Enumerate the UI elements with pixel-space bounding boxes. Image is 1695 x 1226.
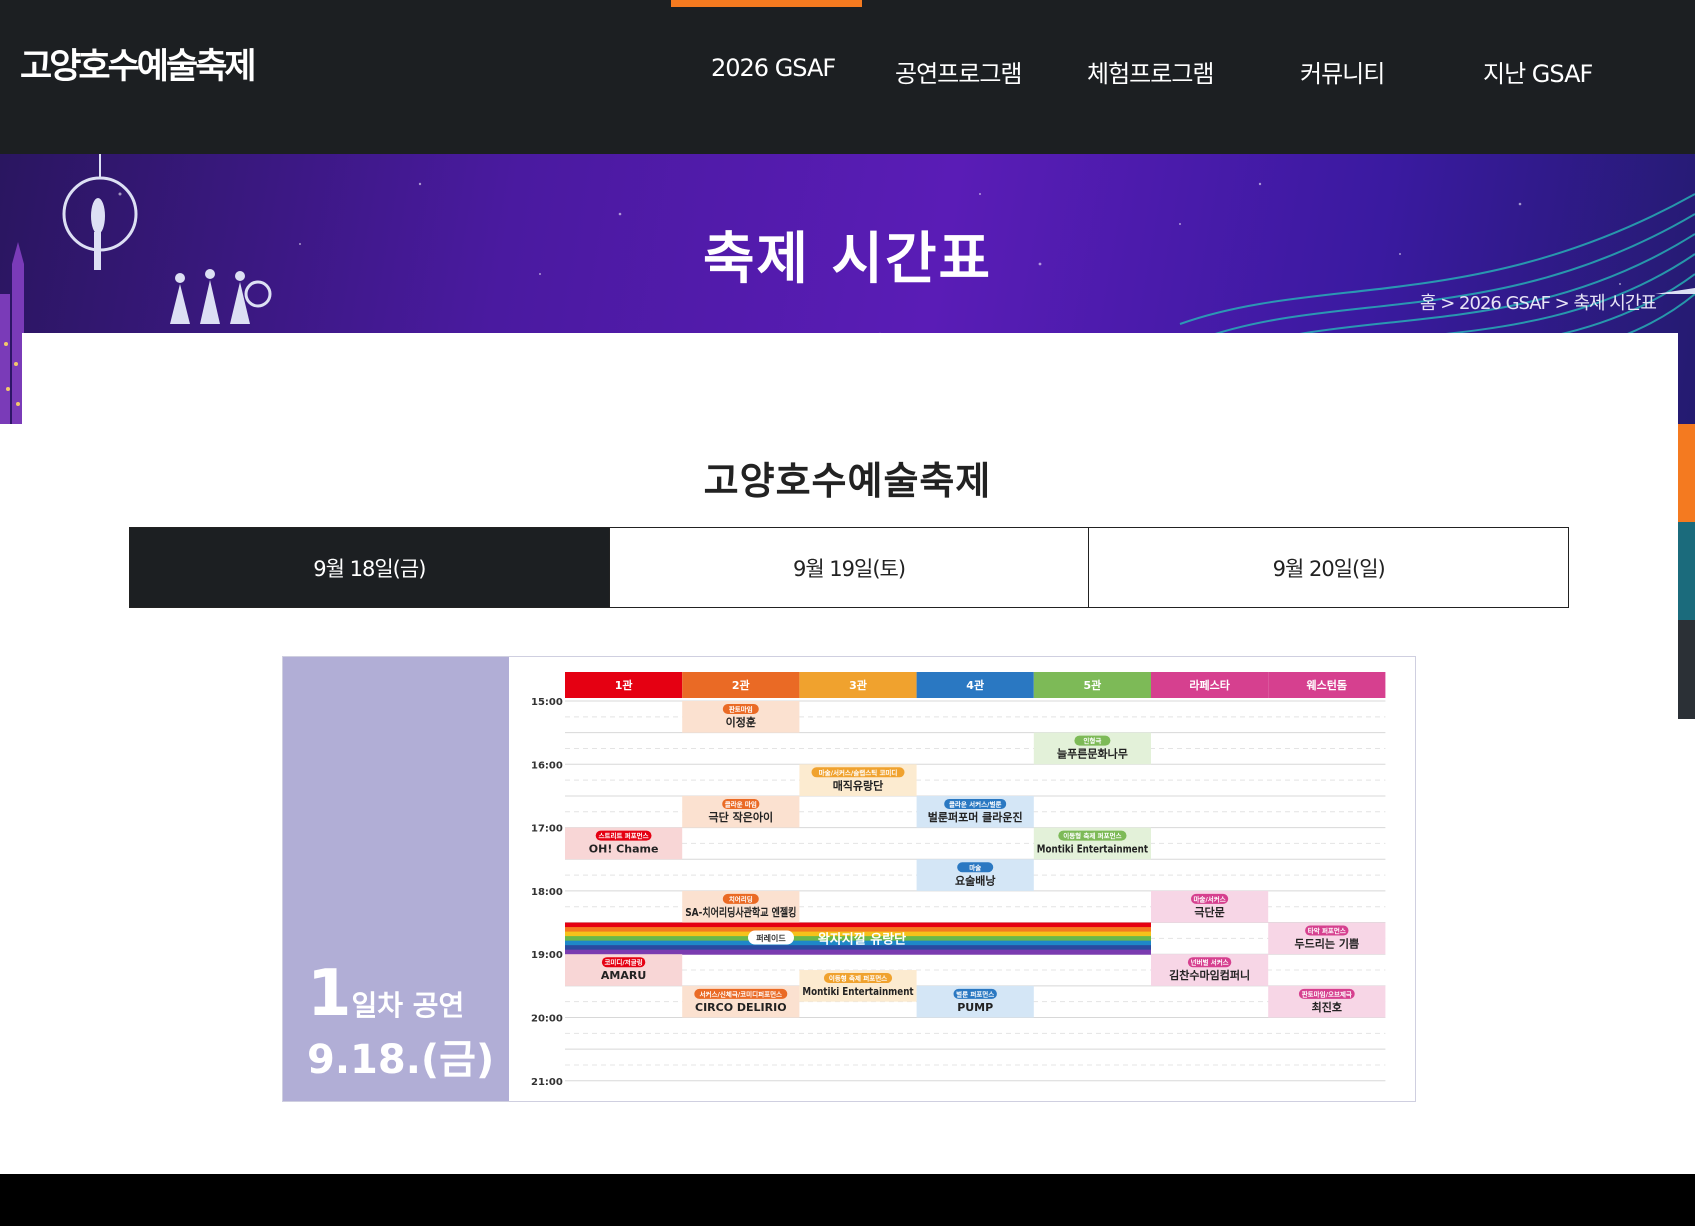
date-tabs: 9월 18일(금) 9월 19일(토) 9월 20일(일) <box>129 527 1569 608</box>
date-tab-sep-20[interactable]: 9월 20일(일) <box>1088 528 1569 607</box>
event-tag-label: 이동형 축제 퍼포먼스 <box>829 974 887 983</box>
venue-header-label: 라페스타 <box>1189 678 1230 692</box>
event-tag-label: 벌룬 퍼포먼스 <box>956 989 994 998</box>
site-logo[interactable]: 고양호수예술축제 <box>20 38 257 89</box>
nav-item-2026-gsaf[interactable]: 2026 GSAF <box>711 54 836 82</box>
event-name: SA-치어리딩사관학교 엔젤킹 <box>685 905 796 919</box>
time-label: 16:00 <box>531 760 563 771</box>
event-tag-label: 판토마임/오브제극 <box>1302 989 1352 998</box>
event-name: 늘푸른문화나무 <box>1057 747 1128 761</box>
parade-band-stripe <box>565 927 1151 933</box>
venue-header-label: 4관 <box>966 678 984 692</box>
event-tag-label: 마술/서커스/슬랩스틱 코미디 <box>819 768 898 777</box>
timetable-svg: 15:00 16:00 17:00 18:00 19:00 20:00 21:00 1관 2관 3… <box>531 672 1386 1088</box>
event-tag-label: 서커스/신체극/코미디퍼포먼스 <box>700 989 783 998</box>
event-tag-label: 이동형 축제 퍼포먼스 <box>1063 831 1121 840</box>
event-tag-label: 마술 <box>969 863 981 872</box>
breadcrumb[interactable]: 홈 > 2026 GSAF > 축제 시간표 <box>1420 289 1657 315</box>
parade-tag-label: 퍼레이드 <box>756 933 786 943</box>
page-title: 축제 시간표 <box>702 227 993 292</box>
event-name: 매직유랑단 <box>833 778 884 792</box>
side-tab-3[interactable] <box>1678 620 1695 719</box>
nav-item-past-gsaf[interactable]: 지난 GSAF <box>1483 54 1593 89</box>
side-tab-2[interactable] <box>1678 522 1695 620</box>
venue-header-label: 2관 <box>732 678 750 692</box>
event-name: 이정훈 <box>726 715 756 729</box>
parade-band-stripe <box>565 949 1151 955</box>
event-tag-label: 판토마임 <box>729 705 753 714</box>
venue-header-label: 웨스턴돔 <box>1307 678 1347 692</box>
event-tag-label: 클라운 마임 <box>725 799 757 808</box>
date-tab-sep-19[interactable]: 9월 19일(토) <box>608 528 1089 607</box>
event-name: 요술배낭 <box>955 873 995 887</box>
nav-item-performance-program[interactable]: 공연프로그램 <box>895 54 1022 89</box>
event-tag-label: 인형극 <box>1083 736 1101 745</box>
event-name: AMARU <box>601 969 646 982</box>
event-name: PUMP <box>957 1001 993 1014</box>
time-label: 19:00 <box>531 950 563 961</box>
parade-band-stripe <box>565 922 1151 928</box>
timetable-grid: 15:00 16:00 17:00 18:00 19:00 20:00 21:00 1관 2관 3… <box>509 657 1415 1101</box>
parade-name: 왁자지껄 유랑단 <box>818 932 906 948</box>
event-tag-label: 코미디/저글링 <box>604 958 642 967</box>
event-tag-label: 치어리딩 <box>729 894 753 903</box>
event-name: OH! Chame <box>589 843 659 856</box>
event-name: Montiki Entertainment <box>1037 843 1148 856</box>
event-name: Montiki Entertainment <box>802 985 913 998</box>
time-label: 21:00 <box>531 1077 563 1088</box>
day-heading: 1일차 공연 <box>307 957 465 1031</box>
section-title: 고양호수예술축제 <box>703 459 992 503</box>
event-name: 극단문 <box>1194 905 1224 919</box>
footer <box>0 1174 1695 1226</box>
top-navigation-bar: 고양호수예술축제 2026 GSAF 공연프로그램 체험프로그램 커뮤니티 지난… <box>0 0 1695 154</box>
event-name: 벌룬퍼포머 클라운진 <box>928 810 1023 824</box>
event-tag-label: 넌버벌 서커스 <box>1191 958 1229 967</box>
event-name: 김찬수마임컴퍼니 <box>1169 968 1250 982</box>
event-tag-label: 타악 퍼포먼스 <box>1308 926 1346 935</box>
nav-item-community[interactable]: 커뮤니티 <box>1300 54 1385 89</box>
event-name: 극단 작은아이 <box>709 810 774 824</box>
active-nav-indicator <box>671 0 862 7</box>
event-name: 최진호 <box>1312 1000 1342 1014</box>
event-tag-label: 마술/서커스 <box>1193 894 1225 903</box>
date-tab-sep-18[interactable]: 9월 18일(금) <box>130 528 609 607</box>
event-name: CIRCO DELIRIO <box>695 1001 787 1014</box>
day-date: 9.18.(금) <box>307 1037 495 1083</box>
time-label: 15:00 <box>531 697 563 708</box>
nav-item-experience-program[interactable]: 체험프로그램 <box>1087 54 1214 89</box>
time-label: 17:00 <box>531 824 563 835</box>
venue-header-label: 5관 <box>1084 678 1102 692</box>
event-tag-label: 클라운 서커스/벌룬 <box>949 799 1001 808</box>
schedule-image: 1일차 공연 9.18.(금) 15:00 16:00 17:00 18:00 19:0… <box>282 656 1416 1102</box>
event-name: 두드리는 기쁨 <box>1295 937 1360 951</box>
venue-header-label: 3관 <box>849 678 867 692</box>
schedule-day-panel: 1일차 공연 9.18.(금) <box>283 657 509 1101</box>
venue-header-label: 1관 <box>615 678 633 692</box>
time-label: 20:00 <box>531 1014 563 1025</box>
event-tag-label: 스트리트 퍼포먼스 <box>599 831 649 840</box>
time-label: 18:00 <box>531 887 563 898</box>
